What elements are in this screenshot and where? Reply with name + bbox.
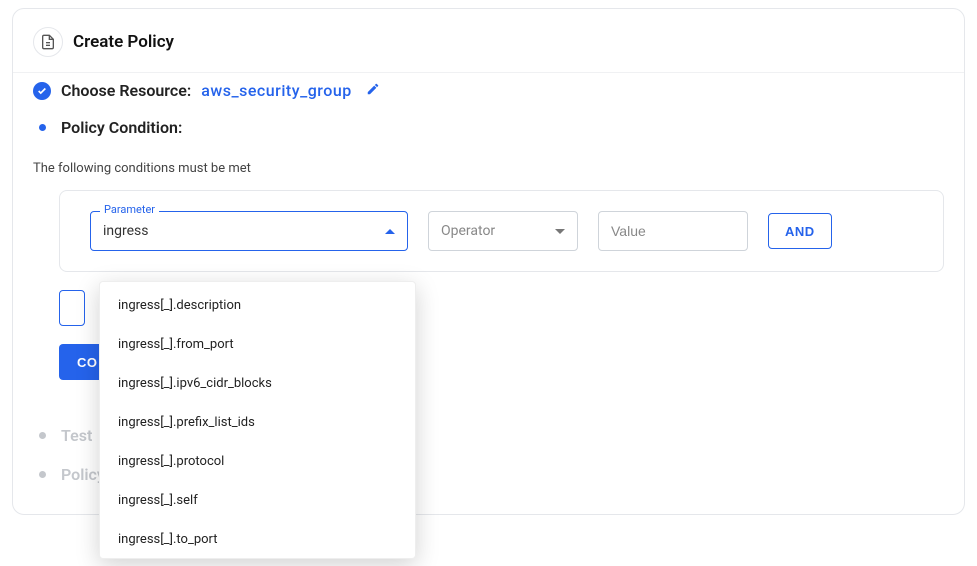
or-button-partial[interactable] [59, 290, 85, 326]
step-test-label: Test [61, 426, 92, 445]
dropdown-option[interactable]: ingress[_].from_port [100, 325, 415, 364]
conditions-helper-text: The following conditions must be met [13, 155, 964, 190]
parameter-dropdown-panel: ingress[_].description ingress[_].from_p… [99, 281, 416, 559]
and-button[interactable]: AND [768, 213, 832, 249]
dropdown-option[interactable]: ingress[_].self [100, 481, 415, 520]
chevron-down-icon [555, 229, 565, 234]
dropdown-option[interactable]: ingress[_].description [100, 286, 415, 325]
value-input[interactable] [598, 211, 748, 251]
dropdown-option[interactable]: ingress[_].ipv6_cidr_blocks [100, 364, 415, 403]
resource-value-link[interactable]: aws_security_group [201, 81, 352, 100]
choose-resource-label: Choose Resource: [61, 81, 191, 100]
step-choose-resource: Choose Resource: aws_security_group [33, 81, 944, 100]
parameter-combobox[interactable]: ingress [90, 211, 408, 251]
pencil-icon[interactable] [366, 81, 380, 100]
page-title: Create Policy [73, 32, 174, 52]
parameter-floating-label: Parameter [100, 203, 159, 216]
check-circle-icon [33, 82, 51, 100]
steps-section: Choose Resource: aws_security_group Poli… [13, 73, 964, 155]
dropdown-option[interactable]: ingress[_].to_port [100, 520, 415, 554]
step-policy-condition: Policy Condition: [33, 118, 944, 137]
chevron-up-icon [385, 229, 395, 234]
bullet-active-icon [33, 119, 51, 137]
operator-placeholder: Operator [441, 223, 495, 239]
dropdown-scroll[interactable]: ingress[_].description ingress[_].from_p… [100, 286, 415, 554]
parameter-field: Parameter ingress [90, 211, 408, 251]
dropdown-option[interactable]: ingress[_].prefix_list_ids [100, 403, 415, 442]
document-icon [33, 27, 63, 57]
condition-row-card: Parameter ingress Operator AND [59, 190, 944, 272]
operator-select[interactable]: Operator [428, 211, 578, 251]
confirm-button-partial[interactable]: CO [59, 344, 103, 380]
bullet-gray-icon [33, 466, 51, 484]
dropdown-option[interactable]: ingress[_].protocol [100, 442, 415, 481]
parameter-selected-value: ingress [103, 223, 149, 239]
bullet-gray-icon [33, 427, 51, 445]
policy-condition-label: Policy Condition: [61, 118, 182, 137]
card-header: Create Policy [13, 9, 964, 72]
